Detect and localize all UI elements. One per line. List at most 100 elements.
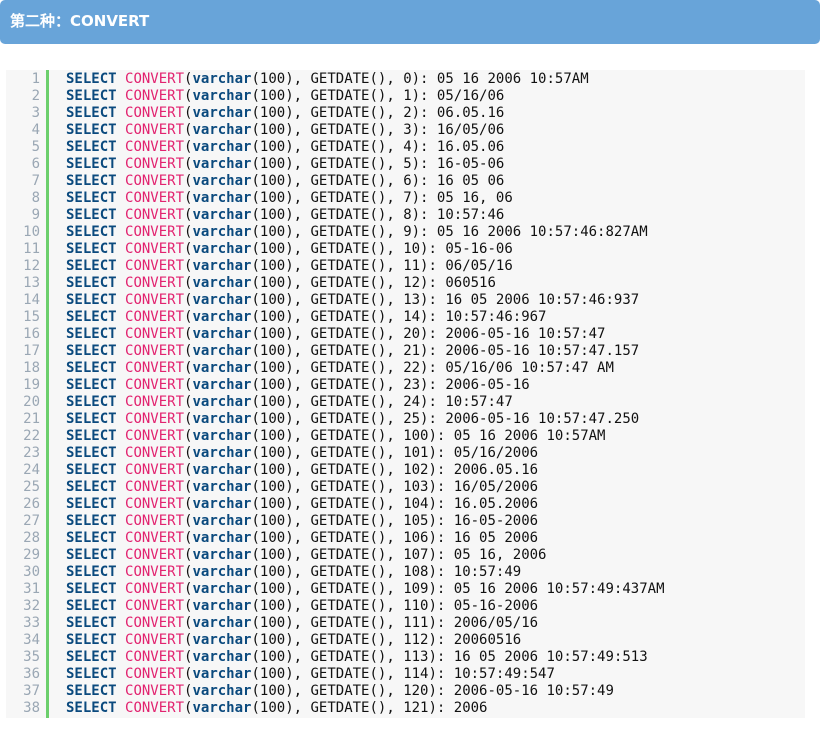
code-line: 34 SELECT CONVERT(varchar(100), GETDATE()…	[6, 632, 805, 649]
line-number: 21	[23, 411, 40, 427]
sql-function: CONVERT	[125, 309, 185, 325]
sql-rest: (100), GETDATE(), 10): 05-16-06	[251, 241, 513, 257]
code-line: 8 SELECT CONVERT(varchar(100), GETDATE(),…	[6, 190, 805, 207]
line-number: 11	[23, 241, 40, 257]
code-text: SELECT CONVERT(varchar(100), GETDATE(), …	[66, 275, 496, 291]
code-text: SELECT CONVERT(varchar(100), GETDATE(), …	[66, 343, 640, 359]
sql-type: varchar	[192, 326, 252, 342]
code-line: 12 SELECT CONVERT(varchar(100), GETDATE()…	[6, 258, 805, 275]
sql-keyword: SELECT	[66, 411, 117, 427]
code-text: SELECT CONVERT(varchar(100), GETDATE(), …	[66, 173, 505, 189]
line-number: 2	[31, 88, 40, 104]
sql-keyword: SELECT	[66, 377, 117, 393]
sql-keyword: SELECT	[66, 292, 117, 308]
sql-rest: (100), GETDATE(), 9): 05 16 2006 10:57:4…	[251, 224, 648, 240]
sql-keyword: SELECT	[66, 326, 117, 342]
line-number: 33	[23, 615, 40, 631]
sql-keyword: SELECT	[66, 445, 117, 461]
sql-function: CONVERT	[125, 564, 185, 580]
line-number: 35	[23, 649, 40, 665]
sql-rest: (100), GETDATE(), 100): 05 16 2006 10:57…	[251, 428, 606, 444]
sql-function: CONVERT	[125, 139, 185, 155]
code-text: SELECT CONVERT(varchar(100), GETDATE(), …	[66, 139, 505, 155]
sql-rest: (100), GETDATE(), 12): 060516	[251, 275, 496, 291]
code-text: SELECT CONVERT(varchar(100), GETDATE(), …	[66, 428, 606, 444]
sql-keyword: SELECT	[66, 598, 117, 614]
line-number: 16	[23, 326, 40, 342]
sql-function: CONVERT	[125, 632, 185, 648]
sql-function: CONVERT	[125, 530, 185, 546]
sql-keyword: SELECT	[66, 394, 117, 410]
sql-keyword: SELECT	[66, 156, 117, 172]
sql-type: varchar	[192, 71, 252, 87]
code-line: 23 SELECT CONVERT(varchar(100), GETDATE()…	[6, 445, 805, 462]
sql-keyword: SELECT	[66, 547, 117, 563]
code-text: SELECT CONVERT(varchar(100), GETDATE(), …	[66, 241, 513, 257]
sql-keyword: SELECT	[66, 649, 117, 665]
code-text: SELECT CONVERT(varchar(100), GETDATE(), …	[66, 632, 522, 648]
sql-type: varchar	[192, 258, 252, 274]
line-number: 14	[23, 292, 40, 308]
sql-rest: (100), GETDATE(), 11): 06/05/16	[251, 258, 513, 274]
line-number: 7	[31, 173, 40, 189]
code-line: 18 SELECT CONVERT(varchar(100), GETDATE()…	[6, 360, 805, 377]
section-header: 第二种：CONVERT	[0, 0, 820, 44]
code-line: 22 SELECT CONVERT(varchar(100), GETDATE()…	[6, 428, 805, 445]
sql-keyword: SELECT	[66, 462, 117, 478]
sql-rest: (100), GETDATE(), 23): 2006-05-16	[251, 377, 530, 393]
sql-rest: (100), GETDATE(), 120): 2006-05-16 10:57…	[251, 683, 614, 699]
sql-type: varchar	[192, 207, 252, 223]
code-line: 5 SELECT CONVERT(varchar(100), GETDATE(),…	[6, 139, 805, 156]
code-line: 31 SELECT CONVERT(varchar(100), GETDATE()…	[6, 581, 805, 598]
sql-type: varchar	[192, 343, 252, 359]
code-line: 16 SELECT CONVERT(varchar(100), GETDATE()…	[6, 326, 805, 343]
sql-type: varchar	[192, 479, 252, 495]
code-line: 27 SELECT CONVERT(varchar(100), GETDATE()…	[6, 513, 805, 530]
code-text: SELECT CONVERT(varchar(100), GETDATE(), …	[66, 258, 513, 274]
code-text: SELECT CONVERT(varchar(100), GETDATE(), …	[66, 581, 665, 597]
sql-keyword: SELECT	[66, 224, 117, 240]
sql-rest: (100), GETDATE(), 8): 10:57:46	[251, 207, 505, 223]
sql-function: CONVERT	[125, 683, 185, 699]
sql-type: varchar	[192, 411, 252, 427]
code-line: 15 SELECT CONVERT(varchar(100), GETDATE()…	[6, 309, 805, 326]
code-line: 38 SELECT CONVERT(varchar(100), GETDATE()…	[6, 700, 805, 717]
line-number: 22	[23, 428, 40, 444]
code-text: SELECT CONVERT(varchar(100), GETDATE(), …	[66, 105, 505, 121]
sql-keyword: SELECT	[66, 360, 117, 376]
line-number: 26	[23, 496, 40, 512]
code-text: SELECT CONVERT(varchar(100), GETDATE(), …	[66, 190, 513, 206]
sql-function: CONVERT	[125, 275, 185, 291]
code-line: 20 SELECT CONVERT(varchar(100), GETDATE()…	[6, 394, 805, 411]
line-number: 10	[23, 224, 40, 240]
code-line: 25 SELECT CONVERT(varchar(100), GETDATE()…	[6, 479, 805, 496]
sql-rest: (100), GETDATE(), 114): 10:57:49:547	[251, 666, 555, 682]
code-text: SELECT CONVERT(varchar(100), GETDATE(), …	[66, 326, 606, 342]
code-line: 7 SELECT CONVERT(varchar(100), GETDATE(),…	[6, 173, 805, 190]
sql-rest: (100), GETDATE(), 6): 16 05 06	[251, 173, 505, 189]
sql-rest: (100), GETDATE(), 105): 16-05-2006	[251, 513, 539, 529]
sql-type: varchar	[192, 700, 252, 716]
line-number: 25	[23, 479, 40, 495]
code-line: 36 SELECT CONVERT(varchar(100), GETDATE()…	[6, 666, 805, 683]
sql-function: CONVERT	[125, 377, 185, 393]
code-text: SELECT CONVERT(varchar(100), GETDATE(), …	[66, 309, 547, 325]
line-number: 19	[23, 377, 40, 393]
sql-type: varchar	[192, 598, 252, 614]
sql-rest: (100), GETDATE(), 14): 10:57:46:967	[251, 309, 547, 325]
code-line: 6 SELECT CONVERT(varchar(100), GETDATE(),…	[6, 156, 805, 173]
line-number: 12	[23, 258, 40, 274]
sql-rest: (100), GETDATE(), 2): 06.05.16	[251, 105, 505, 121]
code-line: 3 SELECT CONVERT(varchar(100), GETDATE(),…	[6, 105, 805, 122]
sql-type: varchar	[192, 683, 252, 699]
sql-keyword: SELECT	[66, 683, 117, 699]
sql-keyword: SELECT	[66, 258, 117, 274]
sql-function: CONVERT	[125, 71, 185, 87]
sql-type: varchar	[192, 581, 252, 597]
code-text: SELECT CONVERT(varchar(100), GETDATE(), …	[66, 513, 539, 529]
sql-function: CONVERT	[125, 700, 185, 716]
sql-type: varchar	[192, 292, 252, 308]
sql-function: CONVERT	[125, 343, 185, 359]
sql-keyword: SELECT	[66, 513, 117, 529]
sql-function: CONVERT	[125, 207, 185, 223]
